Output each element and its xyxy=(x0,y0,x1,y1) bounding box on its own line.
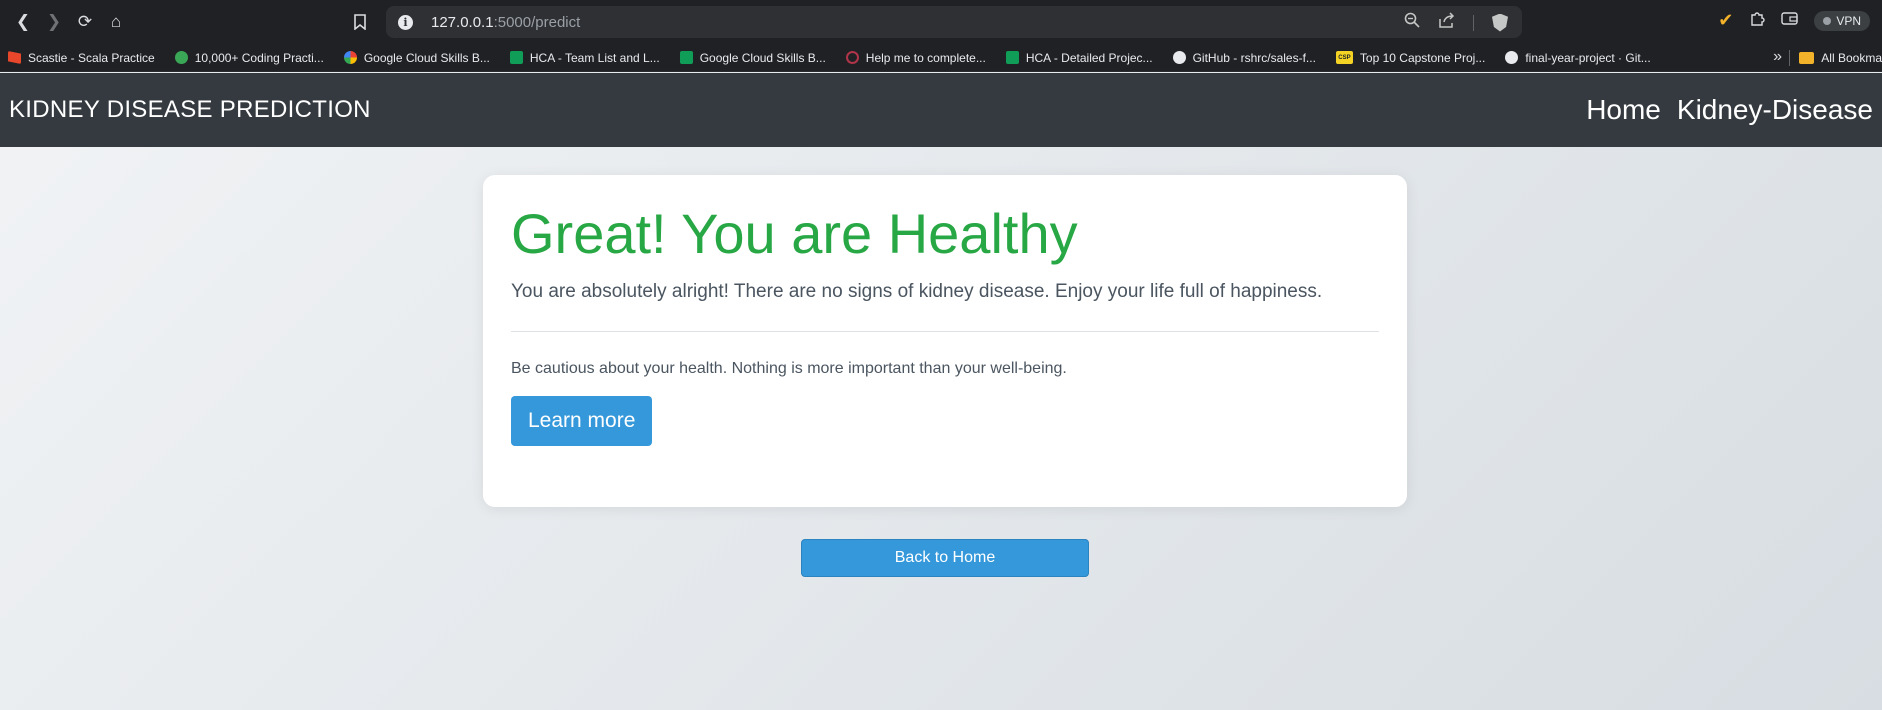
all-bookmarks-button[interactable]: All Bookma xyxy=(1799,44,1882,72)
bookmark-item[interactable]: Google Cloud Skills B... xyxy=(343,50,490,65)
bookmarks-bar: Scastie - Scala Practice 10,000+ Coding … xyxy=(0,44,1882,72)
bookmark-label: Top 10 Capstone Proj... xyxy=(1359,50,1486,65)
scastie-icon xyxy=(8,51,21,64)
bookmark-label: HCA - Team List and L... xyxy=(529,50,660,65)
bookmark-label: Google Cloud Skills B... xyxy=(699,50,826,65)
bookmark-label: HCA - Detailed Projec... xyxy=(1025,50,1153,65)
result-heading: Great! You are Healthy xyxy=(511,202,1078,265)
github-icon xyxy=(1172,51,1186,64)
sheets-icon xyxy=(1005,51,1019,64)
learn-more-button[interactable]: Learn more xyxy=(511,395,653,446)
bookmark-label: Google Cloud Skills B... xyxy=(363,50,490,65)
vpn-label: VPN xyxy=(1836,13,1861,28)
share-icon[interactable] xyxy=(1438,12,1455,33)
url-host: 127.0.0.1 xyxy=(431,13,494,31)
browser-toolbar: ❮ ❯ ⟳ ⌂ i 127.0.0.1:5000/predict ✔ VPN xyxy=(0,0,1882,44)
bookmark-label: final-year-project · Git... xyxy=(1525,50,1651,65)
bookmark-item[interactable]: final-year-project · Git... xyxy=(1505,50,1651,65)
back-to-home-button[interactable]: Back to Home xyxy=(801,539,1089,577)
wallet-icon[interactable] xyxy=(1781,11,1799,31)
bookmark-page-icon[interactable] xyxy=(350,12,370,32)
folder-icon xyxy=(1799,52,1815,64)
back-icon[interactable]: ❮ xyxy=(8,7,38,37)
csp-icon: CSP xyxy=(1335,51,1353,64)
bookmark-item[interactable]: Scastie - Scala Practice xyxy=(8,51,155,65)
bookmark-item[interactable]: HCA - Detailed Projec... xyxy=(1005,50,1153,65)
bookmark-item[interactable]: 10,000+ Coding Practi... xyxy=(174,50,324,65)
bookmark-item[interactable]: GitHub - rshrc/sales-f... xyxy=(1172,50,1316,65)
forward-icon[interactable]: ❯ xyxy=(39,7,69,37)
bookmark-label: Help me to complete... xyxy=(865,50,986,65)
bookmarks-divider xyxy=(1789,50,1790,66)
bookmark-item[interactable]: Help me to complete... xyxy=(845,50,986,65)
bookmark-label: Scastie - Scala Practice xyxy=(28,50,155,65)
help-icon xyxy=(845,51,859,64)
site-info-icon[interactable]: i xyxy=(398,14,413,30)
bookmark-item[interactable]: Google Cloud Skills B... xyxy=(679,50,826,65)
all-bookmarks-label: All Bookma xyxy=(1821,51,1882,65)
bookmark-item[interactable]: CSP Top 10 Capstone Proj... xyxy=(1335,50,1486,65)
extensions-icon[interactable] xyxy=(1749,10,1765,31)
url-path: :5000/predict xyxy=(493,13,581,31)
clock-icon xyxy=(174,51,188,64)
bookmark-label: GitHub - rshrc/sales-f... xyxy=(1192,50,1316,65)
google-cloud-icon xyxy=(343,51,357,64)
sheets-icon xyxy=(509,51,523,64)
bookmark-label: 10,000+ Coding Practi... xyxy=(194,50,324,65)
github-icon xyxy=(1505,51,1519,64)
bookmark-item[interactable]: HCA - Team List and L... xyxy=(509,50,660,65)
result-message: You are absolutely alright! There are no… xyxy=(511,280,1323,302)
vpn-button[interactable]: VPN xyxy=(1814,10,1870,31)
zoom-icon[interactable] xyxy=(1404,12,1420,33)
brave-shields-icon[interactable] xyxy=(1492,13,1508,32)
divider xyxy=(511,330,1379,332)
page-content: KIDNEY DISEASE PREDICTION Home Kidney-Di… xyxy=(0,73,1882,710)
app-navbar: KIDNEY DISEASE PREDICTION Home Kidney-Di… xyxy=(0,73,1882,147)
reload-icon[interactable]: ⟳ xyxy=(70,7,100,37)
navbar-links: Home Kidney-Disease xyxy=(1586,94,1873,126)
nav-link-home[interactable]: Home xyxy=(1586,94,1661,126)
address-bar[interactable]: i 127.0.0.1:5000/predict xyxy=(386,6,1522,38)
nav-link-kidney-disease[interactable]: Kidney-Disease xyxy=(1677,94,1873,126)
vpn-status-icon xyxy=(1823,16,1832,25)
home-icon[interactable]: ⌂ xyxy=(101,7,131,37)
omnibox-divider xyxy=(1473,14,1474,31)
result-card: Great! You are Healthy You are absolutel… xyxy=(483,175,1407,507)
sheets-icon xyxy=(679,51,693,64)
navbar-brand[interactable]: KIDNEY DISEASE PREDICTION xyxy=(9,96,371,124)
health-note: Be cautious about your health. Nothing i… xyxy=(511,359,1067,377)
extension-check-icon[interactable]: ✔ xyxy=(1718,10,1733,31)
bookmarks-overflow-button[interactable]: » xyxy=(1773,48,1782,66)
